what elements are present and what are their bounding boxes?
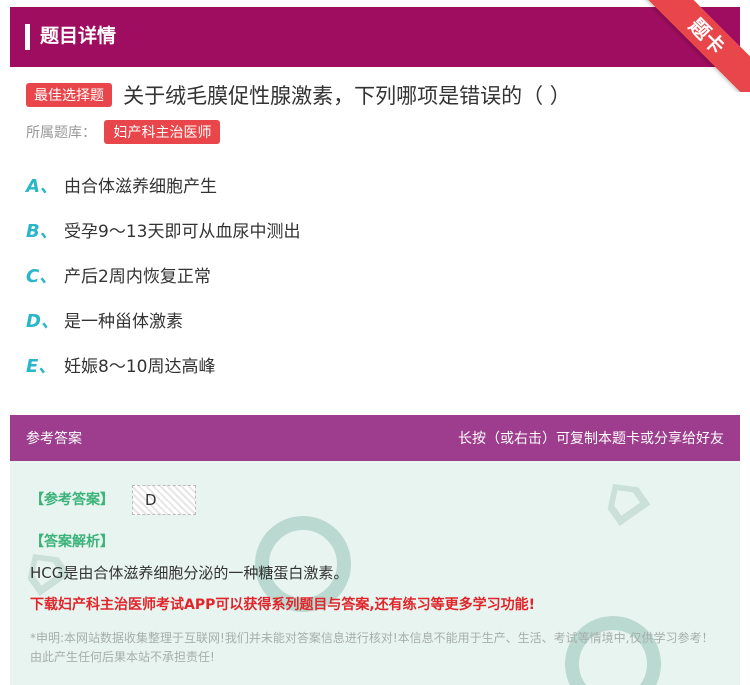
question-bank-row: 所属题库： 妇产科主治医师 <box>26 120 221 144</box>
analysis-text: HCG是由合体滋养细胞分泌的一种糖蛋白激素。 <box>30 564 349 582</box>
option-text: 是一种甾体激素 <box>64 312 183 332</box>
disclaimer-text: *申明:本网站数据收集整理于互联网!我们并未能对答案信息进行核对!本信息不能用于… <box>30 631 714 664</box>
bank-label: 所属题库： <box>26 125 96 141</box>
answer-label: 【参考答案】 <box>30 492 114 508</box>
corner-ribbon: 题卡 <box>640 0 750 92</box>
answer-header: 参考答案 长按（或右击）可复制本题卡或分享给好友 <box>10 415 740 461</box>
question-row: 最佳选择题 关于绒毛膜促性腺激素，下列哪项是错误的（ ） <box>26 80 726 110</box>
option-text: 妊娠8～10周达高峰 <box>64 357 216 377</box>
header-accent-bar <box>25 24 30 50</box>
copy-share-hint: 长按（或右击）可复制本题卡或分享给好友 <box>458 431 724 447</box>
option-text: 受孕9～13天即可从血尿中测出 <box>64 222 301 242</box>
ribbon-label: 题卡 <box>642 0 750 92</box>
option-e[interactable]: E、 妊娠8～10周达高峰 <box>26 352 300 397</box>
option-letter: A、 <box>26 176 58 197</box>
analysis-label: 【答案解析】 <box>30 534 114 550</box>
option-a[interactable]: A、 由合体滋养细胞产生 <box>26 172 300 217</box>
option-b[interactable]: B、 受孕9～13天即可从血尿中测出 <box>26 217 300 262</box>
question-type-badge: 最佳选择题 <box>26 83 112 107</box>
answer-panel: ⌂ ⌂ 【参考答案】 D 【答案解析】 HCG是由合体滋养细胞分泌的一种糖蛋白激… <box>10 461 740 685</box>
option-letter: E、 <box>26 356 57 377</box>
page-title: 题目详情 <box>40 25 117 47</box>
watermark-glyph: ⌂ <box>582 461 663 542</box>
option-letter: D、 <box>26 311 59 332</box>
question-text: 关于绒毛膜促性腺激素，下列哪项是错误的（ ） <box>123 84 571 108</box>
option-text: 由合体滋养细胞产生 <box>64 177 217 197</box>
option-c[interactable]: C、 产后2周内恢复正常 <box>26 262 300 307</box>
option-d[interactable]: D、 是一种甾体激素 <box>26 307 300 352</box>
option-letter: B、 <box>26 221 58 242</box>
answer-value[interactable]: D <box>132 485 196 515</box>
app-download-link[interactable]: 下载妇产科主治医师考试APP可以获得系列题目与答案,还有练习等更多学习功能! <box>30 594 535 614</box>
bank-badge[interactable]: 妇产科主治医师 <box>104 120 221 144</box>
options-list: A、 由合体滋养细胞产生 B、 受孕9～13天即可从血尿中测出 C、 产后2周内恢复正… <box>26 172 300 397</box>
option-letter: C、 <box>26 266 58 287</box>
option-text: 产后2周内恢复正常 <box>64 267 211 287</box>
answer-header-title: 参考答案 <box>26 431 82 447</box>
page-header: 题目详情 <box>10 7 740 67</box>
